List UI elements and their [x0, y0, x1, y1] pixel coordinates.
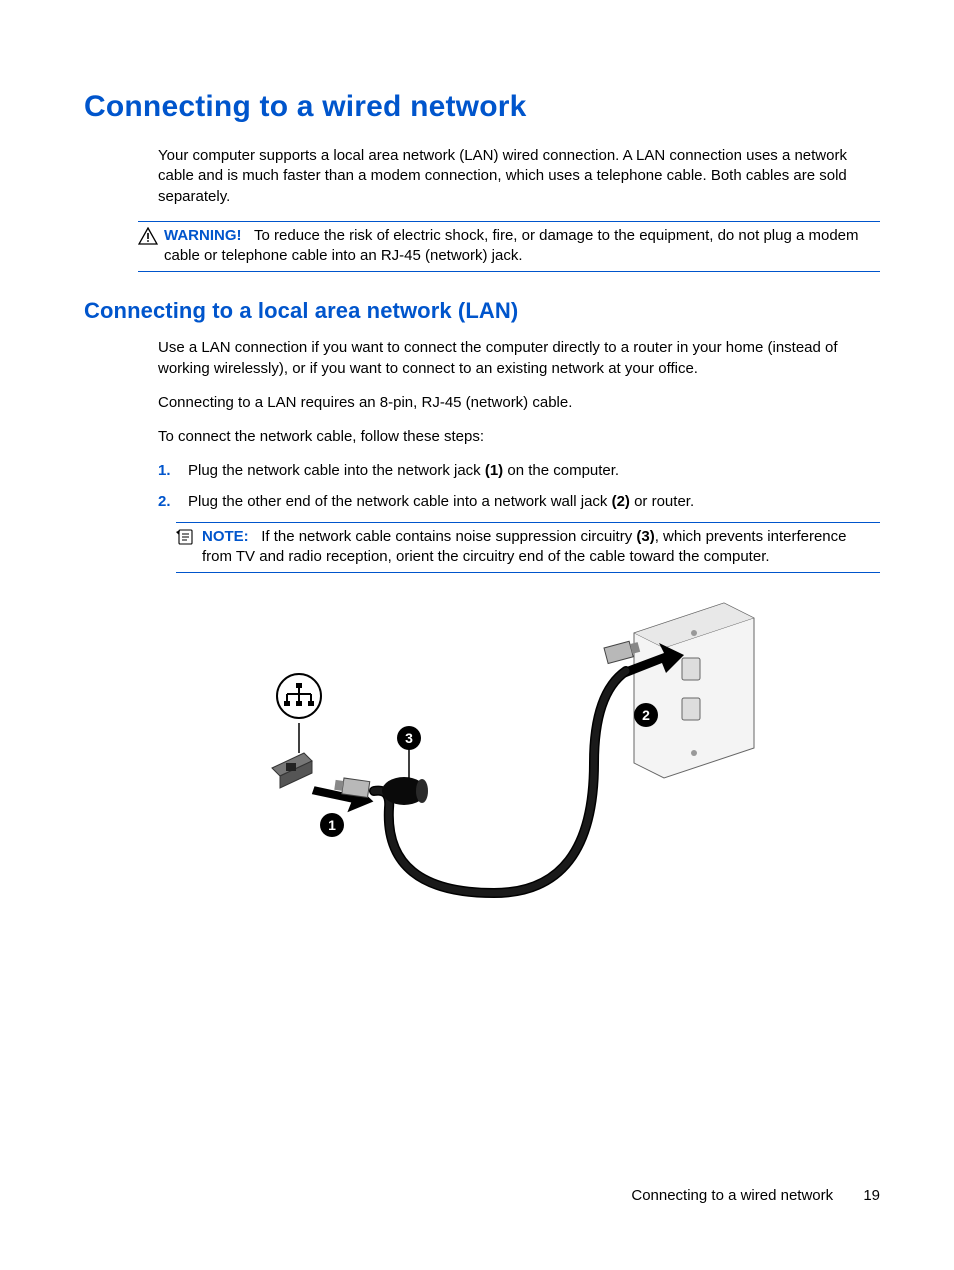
requires-paragraph: Connecting to a LAN requires an 8-pin, R…: [158, 393, 880, 413]
step-item: 1. Plug the network cable into the netwo…: [158, 461, 880, 481]
note-label: NOTE:: [202, 528, 249, 545]
note-callout: NOTE: If the network cable contains nois…: [176, 522, 880, 574]
section-body: Use a LAN connection if you want to conn…: [158, 338, 880, 923]
page-number: 19: [863, 1187, 880, 1204]
warning-icon: [138, 227, 160, 250]
step-number: 2.: [158, 492, 176, 512]
warning-callout: WARNING! To reduce the risk of electric …: [138, 221, 880, 273]
footer-title: Connecting to a wired network: [631, 1187, 833, 1204]
document-page: Connecting to a wired network Your compu…: [0, 0, 954, 1270]
note-icon: [176, 528, 198, 551]
use-lan-paragraph: Use a LAN connection if you want to conn…: [158, 338, 880, 379]
note-text: NOTE: If the network cable contains nois…: [202, 527, 880, 568]
follow-steps-paragraph: To connect the network cable, follow the…: [158, 427, 880, 447]
intro-paragraph: Your computer supports a local area netw…: [158, 146, 880, 207]
step-text: Plug the other end of the network cable …: [188, 492, 694, 512]
cable-diagram: 2 3 1: [254, 593, 784, 923]
warning-body: To reduce the risk of electric shock, fi…: [164, 227, 859, 264]
section-heading: Connecting to a local area network (LAN): [84, 298, 880, 324]
step-number: 1.: [158, 461, 176, 481]
warning-label: WARNING!: [164, 227, 242, 244]
svg-text:3: 3: [405, 730, 413, 746]
page-title: Connecting to a wired network: [84, 90, 880, 124]
step-item: 2. Plug the other end of the network cab…: [158, 492, 880, 512]
page-footer: Connecting to a wired network 19: [631, 1187, 880, 1204]
svg-text:1: 1: [328, 817, 336, 833]
svg-text:2: 2: [642, 707, 650, 723]
body-content: Your computer supports a local area netw…: [158, 146, 880, 207]
warning-text: WARNING! To reduce the risk of electric …: [164, 226, 880, 267]
steps-list: 1. Plug the network cable into the netwo…: [158, 461, 880, 512]
step-text: Plug the network cable into the network …: [188, 461, 619, 481]
